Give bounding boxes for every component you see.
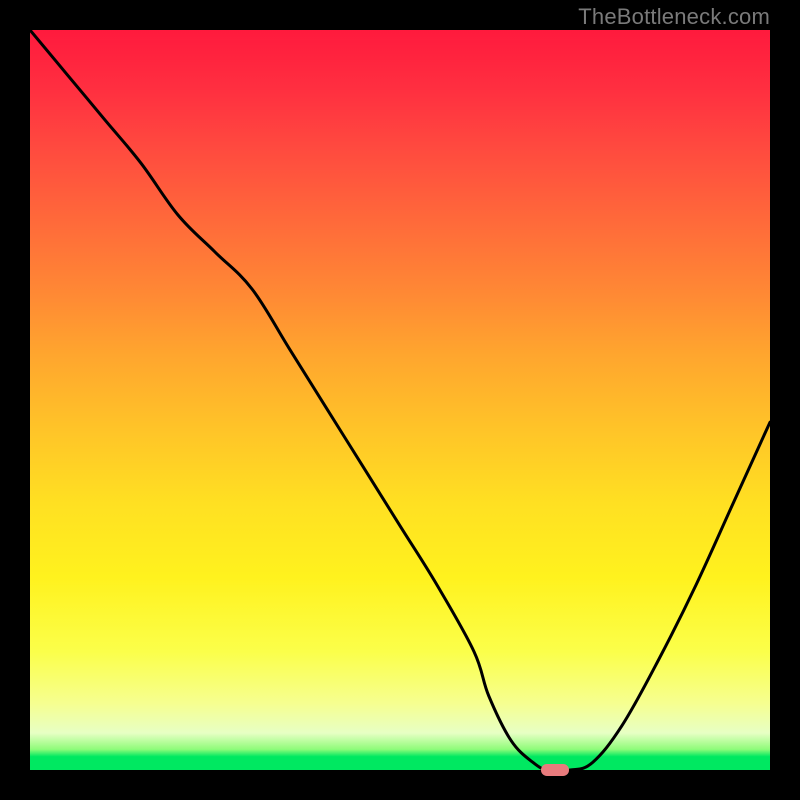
chart-background-gradient: [30, 30, 770, 770]
watermark-text: TheBottleneck.com: [578, 4, 770, 30]
chart-plot-area: [30, 30, 770, 770]
optimum-marker: [541, 764, 569, 776]
